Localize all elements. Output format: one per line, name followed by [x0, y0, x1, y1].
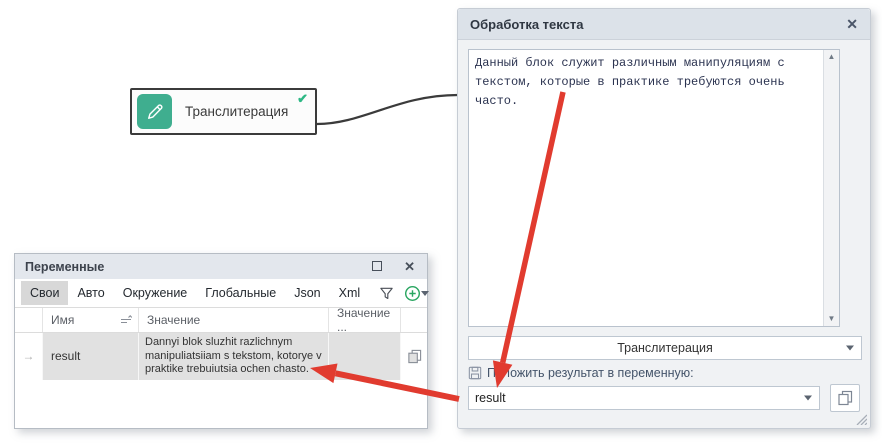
variables-tabbar: Свои Авто Окружение Глобальные Json Xml	[15, 279, 427, 307]
column-label-name: Имя	[51, 313, 74, 327]
save-icon	[468, 366, 482, 380]
filter-button[interactable]	[379, 282, 394, 304]
success-check-icon: ✔	[297, 91, 308, 107]
scroll-down-icon[interactable]: ▼	[828, 315, 836, 323]
resize-grip[interactable]	[854, 412, 867, 425]
grid-header: Имя Значение Значение ...	[15, 307, 427, 333]
add-variable-button[interactable]	[404, 282, 421, 304]
variable-name-dropdown[interactable]	[468, 386, 820, 410]
tab-xml[interactable]: Xml	[330, 281, 370, 305]
scroll-up-icon[interactable]: ▲	[828, 53, 836, 61]
grid-header-name[interactable]: Имя	[43, 308, 139, 332]
text-processing-panel: Обработка текста ✕ Данный блок служит ра…	[457, 8, 871, 429]
copy-icon	[407, 349, 422, 364]
table-row-result[interactable]: → result Dannyi blok sluzhit razlichnym …	[15, 333, 427, 380]
tab-json[interactable]: Json	[285, 281, 329, 305]
pencil-icon	[137, 94, 172, 129]
toolbar-overflow-icon[interactable]	[421, 291, 429, 296]
sort-icon	[120, 315, 132, 326]
chevron-down-icon	[804, 396, 812, 401]
grid-header-value2[interactable]: Значение ...	[329, 308, 401, 332]
column-label-value: Значение	[147, 313, 200, 327]
node-label: Транслитерация	[185, 104, 288, 119]
panel-title: Обработка текста	[458, 17, 583, 32]
plus-circle-icon	[404, 285, 421, 302]
copy-icon	[837, 390, 853, 406]
grid-header-actions	[401, 308, 427, 332]
workflow-node-transliteration[interactable]: Транслитерация ✔	[130, 88, 317, 135]
panel-header[interactable]: Обработка текста ✕	[458, 9, 870, 40]
row-copy-button[interactable]	[401, 333, 427, 380]
close-icon[interactable]: ✕	[846, 16, 858, 33]
tab-avto[interactable]: Авто	[68, 281, 113, 305]
variable-name-input[interactable]	[469, 391, 819, 405]
textarea-scrollbar[interactable]: ▲ ▼	[823, 50, 839, 326]
grid-empty-area	[15, 380, 427, 429]
maximize-icon[interactable]	[372, 261, 382, 271]
row-indicator-icon: →	[15, 333, 43, 380]
column-label-value2: Значение ...	[337, 306, 400, 334]
source-text-box: Данный блок служит различным манипуляция…	[468, 49, 840, 327]
variables-window: Переменные ✕ Свои Авто Окружение Глобаль…	[14, 253, 428, 429]
operation-dropdown[interactable]: Транслитерация	[468, 336, 862, 360]
tab-svoi[interactable]: Свои	[21, 281, 68, 305]
cell-variable-name[interactable]: result	[43, 333, 139, 380]
tab-okruzhenie[interactable]: Окружение	[114, 281, 197, 305]
variables-title: Переменные	[15, 260, 104, 274]
operation-selected-value: Транслитерация	[617, 341, 713, 355]
copy-variable-button[interactable]	[830, 384, 860, 412]
chevron-down-icon	[846, 346, 854, 351]
save-result-label: Положить результат в переменную:	[487, 366, 694, 380]
variables-titlebar[interactable]: Переменные ✕	[15, 254, 427, 279]
tab-globalnye[interactable]: Глобальные	[196, 281, 285, 305]
source-text-input[interactable]: Данный блок служит различным манипуляция…	[469, 50, 823, 326]
grid-header-gutter	[15, 308, 43, 332]
close-icon[interactable]: ✕	[404, 261, 415, 272]
cell-variable-value2[interactable]	[329, 333, 401, 380]
save-result-row: Положить результат в переменную:	[468, 366, 694, 380]
grid-header-value[interactable]: Значение	[139, 308, 329, 332]
cell-variable-value[interactable]: Dannyi blok sluzhit razlichnym manipulia…	[139, 333, 329, 380]
filter-icon	[379, 286, 394, 301]
